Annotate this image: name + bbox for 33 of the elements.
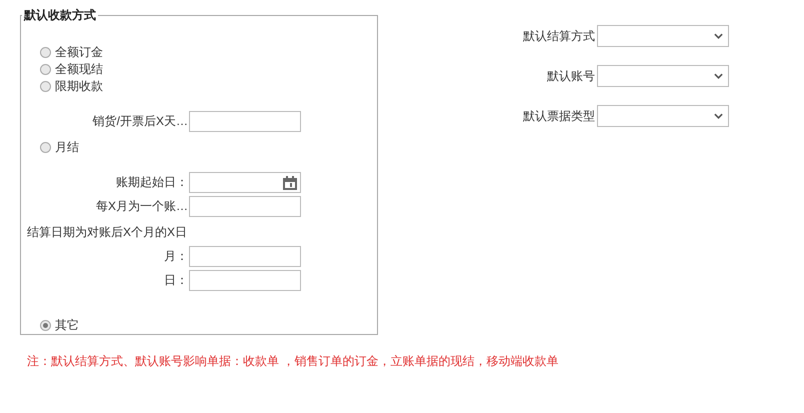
section-text: 结算日期为对账后X个月的X日: [27, 225, 188, 240]
note-text: 注：默认结算方式、默认账号影响单据：收款单 ，销售订单的订金，立账单据的现结，移动端收款单: [26, 353, 560, 370]
radio-label: 月结: [55, 139, 79, 156]
input-field[interactable]: [189, 270, 301, 291]
radio-button[interactable]: [40, 142, 51, 153]
radio-label: 限期收款: [55, 78, 103, 95]
field-label: 月：: [163, 248, 188, 265]
field-label: 账期起始日：: [115, 174, 188, 191]
calendar-icon[interactable]: [282, 174, 298, 190]
input-field[interactable]: [189, 111, 301, 132]
radio-label: 其它: [55, 317, 79, 334]
field-label: 默认账号: [546, 68, 595, 84]
input-field[interactable]: [189, 196, 301, 217]
chevron-icon: [714, 73, 723, 79]
field-label: 默认结算方式: [522, 28, 595, 44]
radio-button[interactable]: [40, 320, 51, 331]
chevron-icon: [714, 113, 723, 119]
date-field[interactable]: [189, 172, 301, 193]
input-field[interactable]: [189, 246, 301, 267]
field-label: 默认票据类型: [522, 108, 595, 124]
radio-button[interactable]: [40, 47, 51, 58]
radio-label: 全额订金: [55, 44, 103, 61]
dropdown[interactable]: [597, 105, 729, 127]
field-label: 日：: [163, 272, 188, 289]
dropdown[interactable]: [597, 65, 729, 87]
field-label: 销货/开票后X天…: [92, 113, 188, 130]
group-title: 默认收款方式: [22, 7, 97, 24]
chevron-icon: [714, 33, 723, 39]
dropdown[interactable]: [597, 25, 729, 47]
radio-label: 全额现结: [55, 61, 103, 78]
field-label: 每X月为一个账…: [94, 198, 188, 215]
radio-button[interactable]: [40, 64, 51, 75]
radio-button[interactable]: [40, 81, 51, 92]
